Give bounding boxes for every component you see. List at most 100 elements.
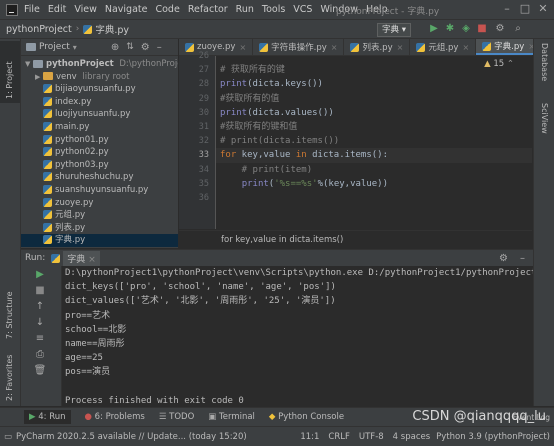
tree-file[interactable]: shuruheshuchu.py	[21, 171, 178, 184]
code-line: print('%s==%s'%(key,value))	[216, 177, 532, 191]
code-breadcrumb[interactable]: for key,value in dicta.items()	[179, 230, 532, 248]
run-configuration-select[interactable]: 字典 ▾	[377, 23, 411, 37]
breadcrumb-file[interactable]: 字典.py	[95, 22, 129, 36]
menu-run[interactable]: Run	[236, 4, 254, 15]
window-title: pythonProject - 字典.py	[336, 7, 440, 17]
tree-file[interactable]: 元组.py	[21, 209, 178, 222]
close-tab-icon[interactable]: ×	[239, 43, 246, 52]
close-tab-icon[interactable]: ×	[331, 43, 338, 52]
venv-label: venv	[56, 71, 77, 82]
tree-file[interactable]: zuoye.py	[21, 197, 178, 210]
favorites-tool-label[interactable]: 2: Favorites	[5, 355, 14, 401]
code-editor[interactable]: ▲ 15 ⌃ # 获取所有的键 print(dicta.keys()) #获取所…	[216, 56, 532, 229]
structure-tool-label[interactable]: 7: Structure	[5, 291, 14, 339]
menu-edit[interactable]: Edit	[48, 4, 66, 15]
tab-list[interactable]: 列表.py ×	[344, 39, 411, 55]
menu-vcs[interactable]: VCS	[293, 4, 312, 15]
tree-file[interactable]: luojiyunsuanfu.py	[21, 108, 178, 121]
tree-file[interactable]: bijiaoyunsuanfu.py	[21, 83, 178, 96]
python-file-icon	[43, 109, 52, 119]
tool-run[interactable]: ▶ 4: Run	[24, 410, 71, 424]
code-line: #获取所有的键和值	[220, 121, 298, 132]
warning-indicator[interactable]: ▲ 15 ⌃	[484, 59, 514, 69]
tree-file[interactable]: python01.py	[21, 134, 178, 147]
tree-file[interactable]: 列表.py	[21, 222, 178, 235]
project-view-select[interactable]: Project	[39, 42, 70, 52]
hide-icon[interactable]: –	[157, 42, 162, 53]
run-config-tab-label: 字典	[67, 254, 86, 265]
tree-root[interactable]: ▼ pythonProject D:\pythonProject1	[21, 58, 178, 71]
gear-icon[interactable]: ⚙	[141, 42, 150, 53]
problems-icon: ●	[84, 412, 92, 422]
gear-icon[interactable]: ⚙	[499, 253, 508, 264]
hide-icon[interactable]: –	[520, 253, 525, 264]
close-tab-icon[interactable]: ×	[397, 43, 404, 52]
stop-icon[interactable]: ■	[33, 284, 47, 298]
run-config-tab[interactable]: 字典 ×	[63, 250, 100, 266]
tree-file-selected[interactable]: 字典.py	[21, 234, 178, 247]
close-tab-icon[interactable]: ×	[462, 43, 469, 52]
minimize-icon[interactable]: –	[500, 2, 514, 16]
tool-problems[interactable]: ● 6: Problems	[85, 412, 145, 422]
coverage-icon[interactable]: ◈	[460, 23, 472, 35]
folder-icon	[26, 43, 36, 51]
menu-file[interactable]: File	[24, 4, 40, 15]
debug-icon[interactable]: ✱	[444, 23, 456, 35]
code-token: print	[241, 178, 269, 189]
line-number-current: 33	[198, 150, 209, 161]
chevron-down-icon[interactable]: ▾	[73, 43, 77, 52]
database-tool-label[interactable]: Database	[540, 43, 549, 81]
indent-setting[interactable]: 4 spaces	[393, 432, 430, 442]
file-label: python01.py	[55, 134, 109, 145]
tree-file[interactable]: suanshuyunsuanfu.py	[21, 184, 178, 197]
locate-icon[interactable]: ⊕	[111, 42, 119, 53]
tool-python-console[interactable]: ◆ Python Console	[269, 412, 344, 422]
print-icon[interactable]: ⎙	[33, 348, 47, 362]
menu-code[interactable]: Code	[155, 4, 179, 15]
run-icon[interactable]: ▶	[428, 23, 440, 35]
project-tool-tab[interactable]: 1: Project	[0, 41, 20, 103]
close-icon[interactable]: ✕	[536, 2, 550, 16]
search-icon[interactable]: ⌕	[512, 23, 524, 35]
run-label: Run:	[25, 253, 46, 263]
file-label: python03.py	[55, 159, 109, 170]
tree-file[interactable]: main.py	[21, 121, 178, 134]
menu-refactor[interactable]: Refactor	[188, 4, 228, 15]
menu-navigate[interactable]: Navigate	[105, 4, 148, 15]
file-encoding[interactable]: UTF-8	[359, 432, 384, 442]
breadcrumb-project[interactable]: pythonProject	[6, 24, 72, 35]
stop-icon[interactable]: ■	[476, 23, 488, 35]
right-tool-stripe: Database SciView	[533, 39, 554, 406]
menu-view[interactable]: View	[74, 4, 97, 15]
tool-terminal[interactable]: ▣ Terminal	[208, 412, 255, 422]
project-tool-label: 1: Project	[5, 61, 14, 99]
down-icon[interactable]: ↓	[33, 316, 47, 330]
tool-todo[interactable]: ☰ TODO	[159, 412, 194, 422]
settings-icon[interactable]: ⚙	[494, 23, 506, 35]
sciview-tool-label[interactable]: SciView	[540, 103, 549, 134]
run-console[interactable]: D:\pythonProject1\pythonProject\venv\Scr…	[62, 266, 533, 406]
tab-tuple[interactable]: 元组.py ×	[410, 39, 477, 55]
tree-item-venv[interactable]: ▶ venv library root	[21, 71, 178, 84]
rerun-icon[interactable]: ▶	[33, 268, 47, 282]
python-file-icon	[482, 41, 492, 51]
python-interpreter[interactable]: Python 3.9 (pythonProject)	[436, 432, 550, 442]
soft-wrap-icon[interactable]: ≡	[33, 332, 47, 346]
collapse-icon[interactable]: ⇅	[126, 42, 134, 52]
maximize-icon[interactable]: □	[518, 2, 532, 16]
tool-terminal-label: Terminal	[219, 412, 255, 422]
caret-position[interactable]: 11:1	[300, 432, 319, 442]
line-separator[interactable]: CRLF	[328, 432, 349, 442]
python-file-icon	[43, 235, 52, 245]
tree-file[interactable]: python03.py	[21, 159, 178, 172]
tab-string-ops[interactable]: 字符串操作.py ×	[253, 39, 345, 55]
close-tab-icon[interactable]: ×	[88, 255, 96, 265]
status-message[interactable]: PyCharm 2020.2.5 available // Update... …	[16, 432, 247, 442]
menu-tools[interactable]: Tools	[262, 4, 285, 15]
run-icon: ▶	[29, 412, 36, 422]
trash-icon[interactable]: 🗑	[33, 364, 47, 378]
tree-file[interactable]: python02.py	[21, 146, 178, 159]
up-icon[interactable]: ↑	[33, 300, 47, 314]
tree-file[interactable]: index.py	[21, 96, 178, 109]
